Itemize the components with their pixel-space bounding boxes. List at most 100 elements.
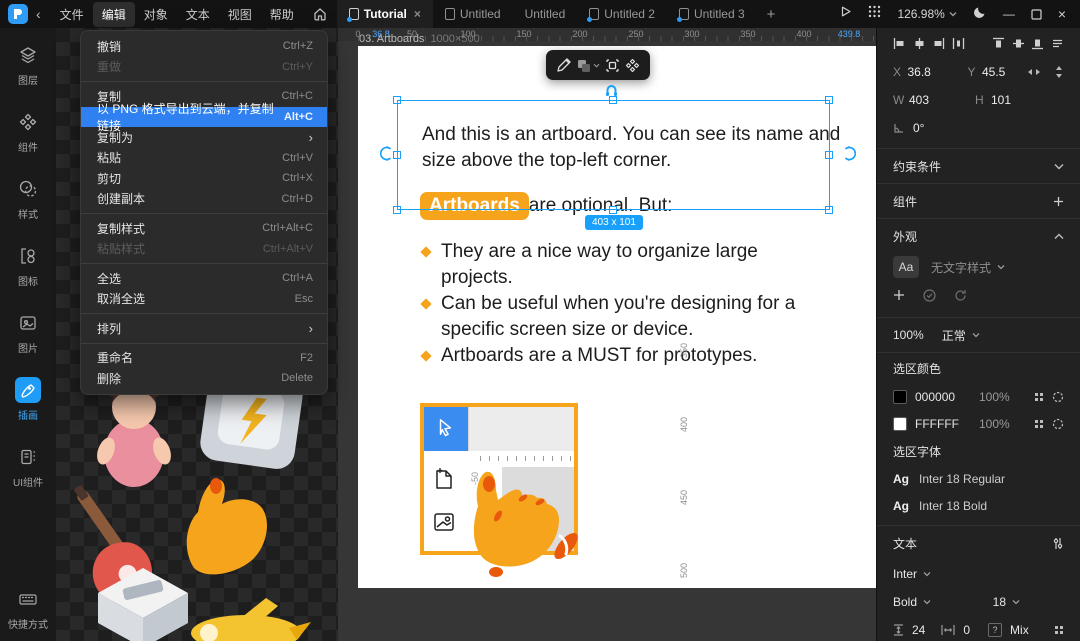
detach-color-icon[interactable]: [1052, 391, 1064, 403]
align-right-icon[interactable]: [932, 37, 945, 50]
styles-grid-icon[interactable]: [1034, 419, 1044, 429]
rail-item-shortcuts[interactable]: 快捷方式: [8, 586, 48, 631]
zoom-level-dropdown[interactable]: 126.98%: [897, 7, 956, 21]
font-size-dropdown[interactable]: 18: [993, 595, 1020, 609]
rail-item-styles[interactable]: 样式: [15, 176, 41, 221]
h-input[interactable]: 101: [991, 93, 1039, 107]
frame-tool-icon[interactable]: [605, 58, 620, 73]
tab-untitled-2[interactable]: Untitled: [513, 0, 578, 28]
menu-item-duplicate[interactable]: 创建副本Ctrl+D: [81, 189, 327, 210]
grid-apps-icon[interactable]: [868, 5, 881, 23]
rail-item-ui-kit[interactable]: UI组件: [13, 444, 43, 489]
rail-item-icons[interactable]: 图标: [15, 243, 41, 288]
menu-object[interactable]: 对象: [135, 2, 177, 27]
rail-item-illustrations[interactable]: 插画: [15, 377, 41, 422]
artboard-bullet-list[interactable]: They are a nice way to organize large pr…: [420, 239, 802, 369]
add-style-icon[interactable]: [893, 289, 905, 301]
rail-item-images[interactable]: 图片: [15, 310, 41, 355]
y-input[interactable]: 45.5: [982, 65, 1024, 79]
menu-item-undo[interactable]: 撤销Ctrl+Z: [81, 36, 327, 57]
menu-edit[interactable]: 编辑: [93, 2, 135, 27]
styles-grid-icon[interactable]: [1034, 392, 1044, 402]
menu-item-delete[interactable]: 删除Delete: [81, 368, 327, 389]
menu-item-cut[interactable]: 剪切Ctrl+X: [81, 168, 327, 189]
constraints-section[interactable]: 约束条件: [893, 149, 1064, 183]
add-component-icon[interactable]: [1053, 196, 1064, 207]
line-height-input[interactable]: 24: [912, 623, 925, 637]
text-height-handle-right[interactable]: [844, 146, 857, 166]
menu-item-arrange[interactable]: 排列›: [81, 318, 327, 339]
tab-untitled-1[interactable]: Untitled: [433, 0, 513, 28]
menu-item-deselect-all[interactable]: 取消全选Esc: [81, 289, 327, 310]
back-button[interactable]: ‹: [28, 6, 51, 22]
menu-view[interactable]: 视图: [219, 2, 261, 27]
illustration-plane[interactable]: [171, 588, 321, 641]
app-logo[interactable]: [8, 4, 28, 24]
artboard-label[interactable]: 03. Artboards1000×500: [359, 33, 480, 45]
color-hex[interactable]: 000000: [915, 390, 971, 404]
paragraph-spacing-value[interactable]: Mix: [1010, 623, 1029, 637]
component-tool-icon[interactable]: [625, 58, 640, 73]
appearance-section[interactable]: 外观: [893, 219, 1064, 253]
component-section[interactable]: 组件: [893, 184, 1064, 218]
text-height-handle-left[interactable]: [379, 146, 392, 166]
text-styles-grid-icon[interactable]: [1054, 625, 1064, 635]
flip-horizontal-icon[interactable]: [1028, 67, 1040, 77]
align-center-h-icon[interactable]: [913, 37, 926, 50]
opacity-input[interactable]: 100%: [893, 328, 924, 342]
blend-mode-dropdown[interactable]: 正常: [942, 327, 980, 344]
align-middle-v-icon[interactable]: [1012, 37, 1025, 50]
menu-item-rename[interactable]: 重命名F2: [81, 348, 327, 369]
selection-box[interactable]: [397, 100, 830, 210]
rail-item-components[interactable]: 组件: [15, 109, 41, 154]
selection-font-row[interactable]: Ag Inter 18 Regular: [893, 465, 1064, 492]
align-left-icon[interactable]: [893, 37, 906, 50]
maximize-button[interactable]: [1031, 9, 1042, 20]
text-style-dropdown[interactable]: 无文字样式: [931, 259, 1005, 276]
color-opacity[interactable]: 100%: [979, 390, 1015, 404]
detach-color-icon[interactable]: [1052, 418, 1064, 430]
minimize-button[interactable]: —: [1003, 7, 1015, 21]
color-opacity[interactable]: 100%: [979, 417, 1015, 431]
w-input[interactable]: 403: [909, 93, 957, 107]
menu-file[interactable]: 文件: [51, 2, 93, 27]
flip-vertical-icon[interactable]: [1054, 66, 1064, 78]
selection-font-row[interactable]: Ag Inter 18 Bold: [893, 492, 1064, 519]
apply-style-icon[interactable]: [923, 289, 936, 302]
tab-tutorial[interactable]: Tutorial ×: [337, 0, 433, 28]
menu-item-copy-style[interactable]: 复制样式Ctrl+Alt+C: [81, 218, 327, 239]
color-hex[interactable]: FFFFFF: [915, 417, 971, 431]
close-button[interactable]: ×: [1058, 6, 1066, 22]
artboard-name[interactable]: 03. Artboards: [359, 33, 424, 45]
chevron-down-icon[interactable]: [1054, 163, 1064, 170]
rotation-input[interactable]: 0°: [913, 121, 961, 135]
color-swatch-black[interactable]: [893, 390, 907, 404]
theme-moon-icon[interactable]: [973, 5, 987, 24]
font-weight-dropdown[interactable]: Bold: [893, 595, 931, 609]
menu-item-select-all[interactable]: 全选Ctrl+A: [81, 268, 327, 289]
edit-pencil-icon[interactable]: [556, 58, 571, 73]
rail-item-layers[interactable]: 图层: [15, 42, 41, 87]
canvas-area[interactable]: 0 36.8 50 100 150 200 250 300 350 400 43…: [338, 28, 876, 641]
reset-style-icon[interactable]: [954, 289, 967, 302]
menu-item-paste[interactable]: 粘贴Ctrl+V: [81, 148, 327, 169]
align-bottom-icon[interactable]: [1031, 37, 1044, 50]
home-icon[interactable]: [313, 7, 327, 21]
font-family-dropdown[interactable]: Inter: [893, 560, 1064, 588]
align-top-icon[interactable]: [992, 37, 1005, 50]
menu-help[interactable]: 帮助: [261, 2, 303, 27]
tab-close-icon[interactable]: ×: [414, 7, 421, 21]
x-input[interactable]: 36.8: [908, 65, 950, 79]
chevron-up-icon[interactable]: [1054, 233, 1064, 240]
text-style-sample[interactable]: Aa: [893, 256, 919, 278]
shapes-tool-icon[interactable]: [576, 58, 600, 73]
tab-untitled-4[interactable]: Untitled 3: [667, 0, 757, 28]
menu-item-export-png-link[interactable]: 以 PNG 格式导出到云端，并复制链接Alt+C: [81, 107, 327, 128]
tab-untitled-3[interactable]: Untitled 2: [577, 0, 667, 28]
menu-text[interactable]: 文本: [177, 2, 219, 27]
text-settings-icon[interactable]: [1052, 537, 1064, 550]
new-tab-button[interactable]: +: [757, 6, 786, 23]
color-swatch-white[interactable]: [893, 417, 907, 431]
letter-spacing-input[interactable]: 0: [963, 623, 970, 637]
play-icon[interactable]: [839, 5, 852, 23]
